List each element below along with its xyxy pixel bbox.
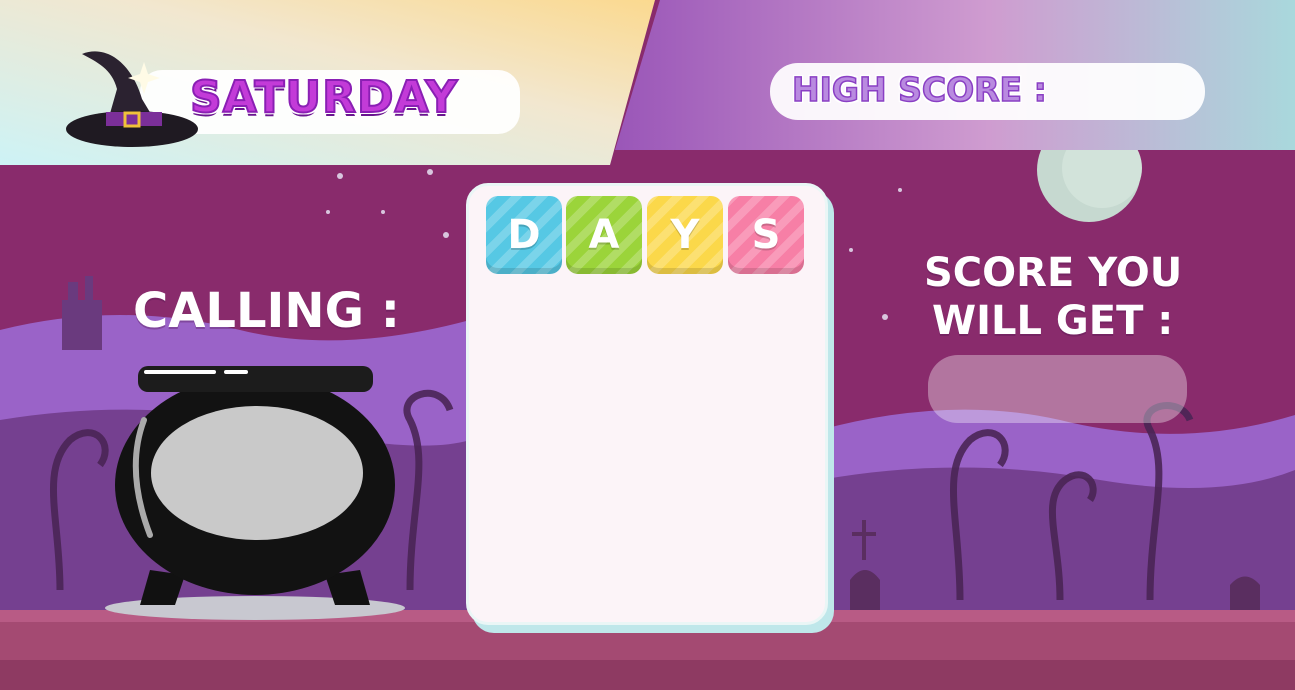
day-title: SATURDAY: [189, 71, 459, 124]
letter-tile: D: [486, 196, 562, 274]
letter-tile: S: [728, 196, 804, 274]
tile-letter: D: [507, 212, 541, 258]
score-label-line2: WILL GET :: [932, 298, 1174, 344]
calling-display: [151, 406, 363, 540]
tile-letter: Y: [670, 212, 700, 258]
witch-hat-icon: [66, 51, 198, 147]
score-box: [928, 355, 1187, 423]
score-label-line1: SCORE YOU: [924, 250, 1183, 296]
tile-letter: A: [588, 212, 620, 258]
high-score-label: HIGH SCORE :: [791, 69, 1047, 110]
letter-tile: Y: [647, 196, 723, 274]
tile-letter: S: [751, 212, 781, 258]
letter-tile: A: [566, 196, 642, 274]
calling-label: CALLING :: [133, 283, 400, 339]
